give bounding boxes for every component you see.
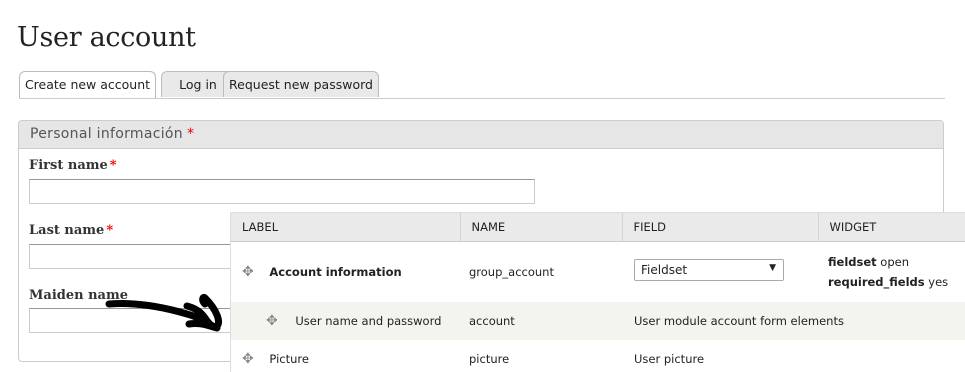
widget-setting: fieldset open (828, 254, 909, 269)
row-label: Picture (269, 351, 309, 366)
row-widget-cell: fieldset open required_fields yes (818, 241, 965, 302)
column-header-field[interactable]: FIELD (622, 213, 819, 242)
arrow-scribble-annotation (105, 294, 222, 332)
drag-handle-icon[interactable]: ✥ (266, 313, 278, 329)
row-label: User name and password (295, 313, 442, 328)
row-machine-name: group_account (469, 264, 554, 279)
row-field-description: User picture (634, 351, 705, 366)
fieldset-legend-label: Personal información * (30, 126, 195, 142)
column-header-name[interactable]: NAME (460, 213, 623, 242)
row-label-cell: ✥ Picture (231, 340, 460, 372)
table-row: ✥ Picture picture User picture (231, 340, 965, 372)
drag-handle-icon[interactable]: ✥ (242, 264, 254, 280)
required-marker: * (106, 223, 114, 238)
required-marker: * (109, 158, 117, 173)
field-type-select[interactable]: Fieldset ▼ (634, 259, 784, 281)
tabs-divider (19, 98, 945, 99)
tab-create-new-account[interactable]: Create new account (19, 71, 156, 99)
table-header-row: LABEL NAME FIELD WIDGET (231, 213, 965, 242)
row-label: Account information (269, 264, 402, 279)
row-label-cell: ✥ User name and password (231, 301, 460, 340)
row-machine-name: picture (469, 351, 510, 366)
row-label-cell: ✥ Account information (231, 241, 460, 302)
table-row: ✥ Account information group_account Fiel… (231, 241, 965, 302)
column-header-label[interactable]: LABEL (231, 213, 461, 242)
dropdown-arrow-icon: ▼ (769, 263, 776, 273)
row-machine-name: account (460, 301, 622, 340)
drag-handle-icon[interactable]: ✥ (242, 351, 254, 367)
widget-setting: required_fields yes (828, 274, 949, 289)
manage-fields-overlay: LABEL NAME FIELD WIDGET ✥ Account inform… (230, 212, 965, 372)
table-row: ✥ User name and password account User mo… (231, 301, 965, 340)
last-name-label: Last name * (29, 223, 114, 238)
row-field-cell: Fieldset ▼ (622, 241, 818, 302)
tab-request-new-password[interactable]: Request new password (223, 71, 379, 97)
field-type-value: Fieldset (641, 263, 688, 277)
first-name-label: First name * (29, 158, 117, 173)
fieldset-legend[interactable]: Personal información * (19, 121, 943, 149)
row-field-description: User module account form elements (622, 301, 965, 340)
required-marker: * (186, 126, 195, 142)
column-header-widget[interactable]: WIDGET (818, 213, 965, 242)
first-name-field[interactable] (29, 179, 535, 204)
page-title: User account (17, 22, 196, 53)
fields-table: LABEL NAME FIELD WIDGET ✥ Account inform… (231, 213, 965, 372)
